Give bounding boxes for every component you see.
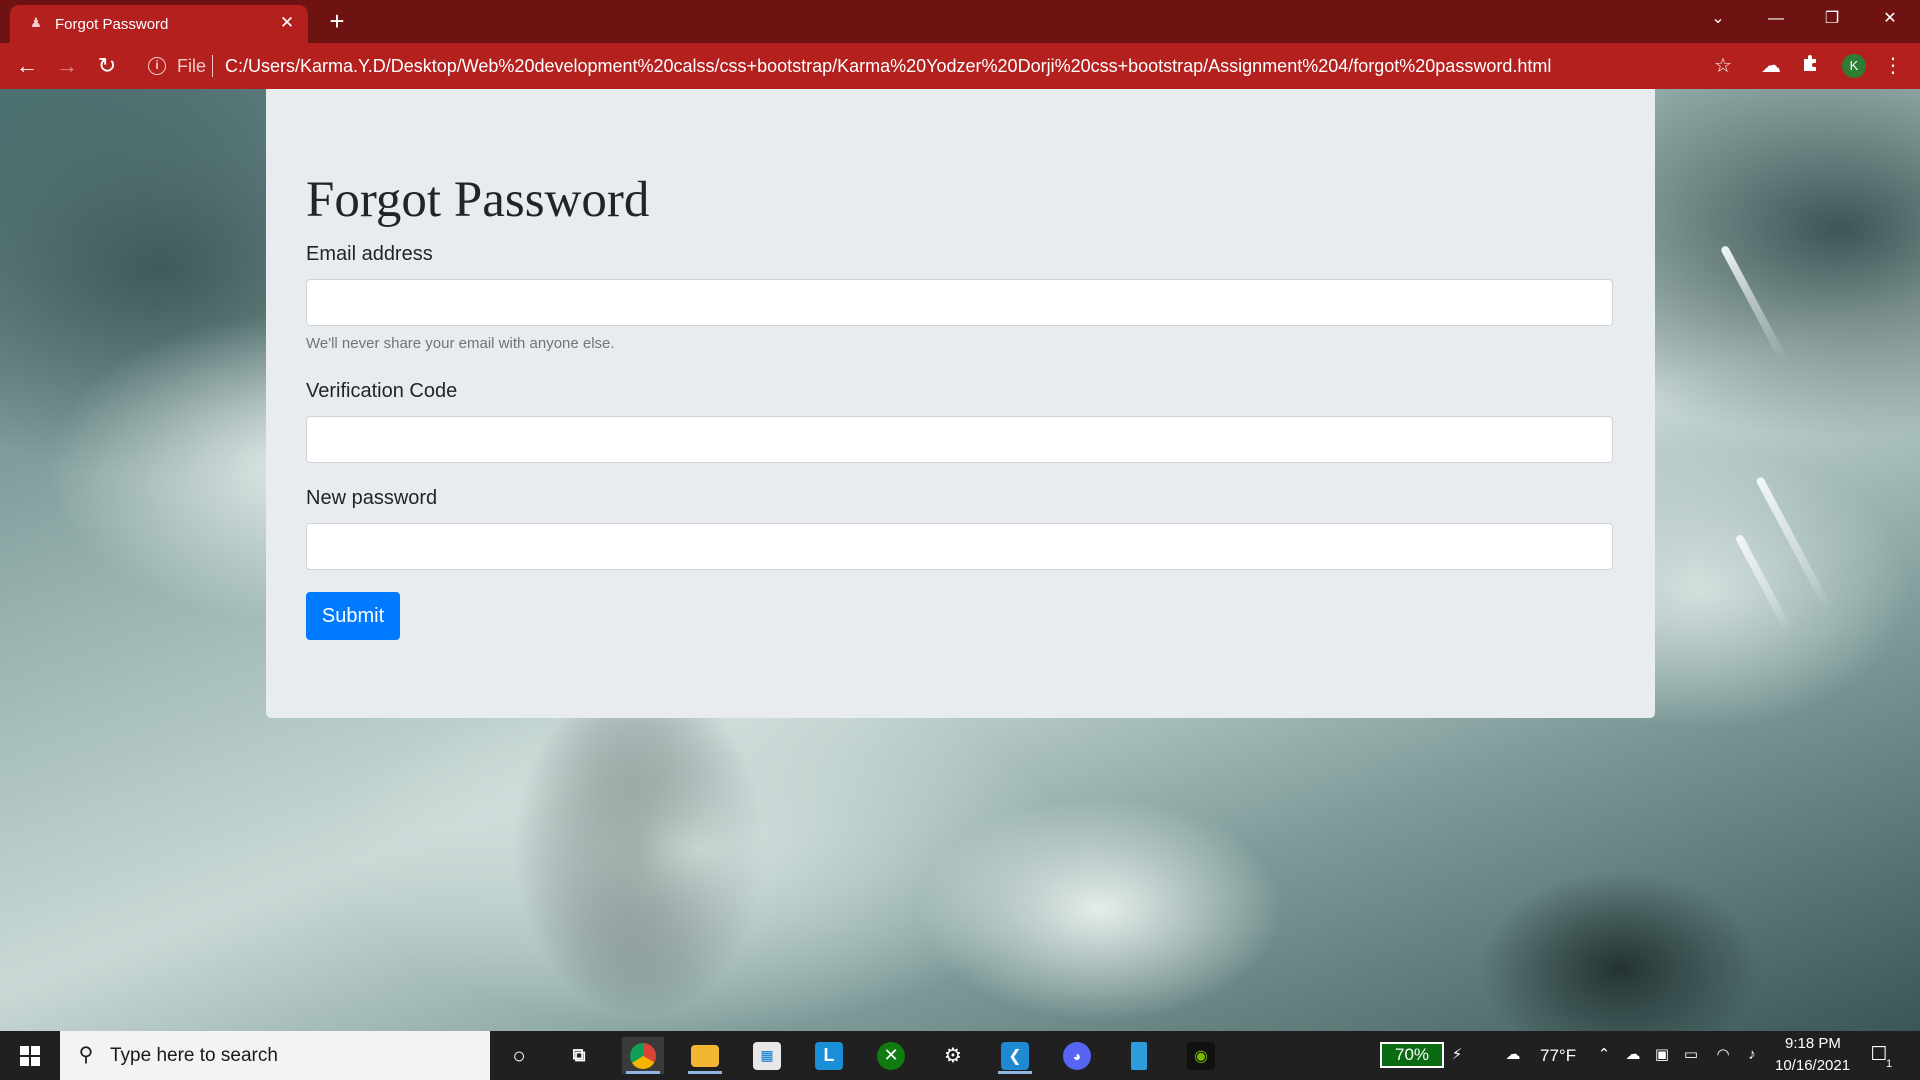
taskbar-app-phone[interactable] [1118,1037,1160,1074]
address-bar[interactable]: C:/Users/Karma.Y.D/Desktop/Web%20develop… [225,56,1551,77]
phone-icon [1131,1041,1147,1070]
bookmark-star-button[interactable]: ☆ [1710,53,1736,79]
cortana-circle-icon: ○ [512,1042,526,1068]
background-streak [1719,244,1789,364]
page-viewport: Forgot Password Email address We'll neve… [0,89,1920,1031]
restore-button[interactable]: ❐ [1804,0,1860,38]
puzzle-icon [1804,55,1816,71]
folder-icon [691,1044,719,1067]
info-icon[interactable]: i [148,57,166,75]
forward-button[interactable]: → [52,51,82,81]
extensions-button[interactable] [1798,53,1824,79]
browser-toolbar: ← → ↻ i File C:/Users/Karma.Y.D/Desktop/… [0,43,1920,89]
new-password-label: New password [306,487,438,509]
page-title: Forgot Password [306,172,650,228]
tab-search-button[interactable]: ⌄ [1690,0,1746,38]
background-streak [1734,533,1794,635]
email-help-text: We'll never share your email with anyone… [306,335,615,352]
chevron-up-icon[interactable]: ⌃ [1593,1044,1615,1066]
taskbar-app-xbox[interactable]: ✕ [870,1037,912,1074]
task-view-icon: ⧉ [572,1045,586,1065]
onedrive-icon[interactable]: ☁ [1622,1044,1644,1066]
close-tab-icon[interactable]: ✕ [276,12,298,34]
email-label: Email address [306,243,433,265]
battery-plug-icon: ⚡ [1451,1046,1463,1063]
taskbar-app-vscode[interactable]: ❮ [994,1037,1036,1074]
taskbar-app-discord[interactable]: ◕ [1056,1037,1098,1074]
clock-time[interactable]: 9:18 PM [1785,1035,1841,1052]
active-app-indicator [688,1071,722,1074]
restore-icon: ❐ [1824,10,1840,27]
kebab-menu-icon: ⋮ [1883,55,1903,77]
tab-title: Forgot Password [55,16,169,33]
person-icon: ♟ [30,15,42,30]
minimize-icon: — [1768,10,1784,27]
chevron-down-icon: ⌄ [1711,10,1725,27]
profile-avatar[interactable]: K [1842,54,1866,78]
store-bag-icon: ▦ [753,1041,781,1070]
xbox-icon: ✕ [877,1041,905,1070]
notification-count: 1 [1886,1058,1893,1070]
email-field[interactable] [306,279,1613,326]
steam-icon: ⚙ [944,1045,962,1067]
windows-taskbar: ⚲ Type here to search ○ ⧉ ▦ L ✕ ⚙ ❮ ◕ ◉ … [0,1031,1920,1080]
taskbar-app-launcher[interactable]: L [808,1037,850,1074]
taskbar-search-box[interactable]: ⚲ Type here to search [60,1031,490,1080]
reload-icon: ↻ [97,53,117,78]
launcher-l-icon: L [815,1041,843,1070]
cortana-button[interactable]: ○ [498,1037,540,1074]
nvidia-icon: ◉ [1187,1041,1215,1070]
task-view-button[interactable]: ⧉ [558,1037,600,1074]
battery-percent-indicator[interactable]: 70% [1380,1042,1444,1068]
file-scheme-label: File [177,56,207,76]
active-app-indicator [626,1071,660,1074]
browser-tab[interactable]: ♟ Forgot Password ✕ [10,5,308,43]
battery-icon[interactable]: ▭ [1680,1044,1702,1066]
taskbar-app-file-explorer[interactable] [684,1037,726,1074]
browser-menu-button[interactable]: ⋮ [1880,53,1906,79]
tab-strip: ♟ Forgot Password ✕ + ⌄ — ❐ ✕ [0,0,1920,43]
search-icon: ⚲ [78,1044,94,1066]
cloud-extension-icon: ☁ [1761,55,1781,77]
start-button[interactable] [0,1031,60,1080]
back-button[interactable]: ← [12,51,42,81]
minimize-button[interactable]: — [1748,0,1804,38]
taskbar-app-store[interactable]: ▦ [746,1037,788,1074]
windows-logo-icon [20,1046,40,1066]
temperature-text[interactable]: 77°F [1540,1046,1576,1066]
reload-button[interactable]: ↻ [92,51,122,81]
camera-icon[interactable]: ▣ [1651,1044,1673,1066]
forgot-password-card: Forgot Password Email address We'll neve… [266,89,1655,718]
submit-button[interactable]: Submit [306,592,400,640]
taskbar-app-nvidia[interactable]: ◉ [1180,1037,1222,1074]
arrow-left-icon: ← [16,53,38,78]
close-window-button[interactable]: ✕ [1862,0,1918,38]
weather-cloud-icon[interactable]: ☁ [1502,1044,1524,1066]
vscode-icon: ❮ [1001,1041,1029,1070]
close-icon: ✕ [1883,10,1897,27]
search-placeholder: Type here to search [110,1045,278,1066]
cloud-extension-button[interactable]: ☁ [1758,53,1784,79]
volume-icon[interactable]: ♪ [1741,1044,1763,1066]
active-app-indicator [998,1071,1032,1074]
wifi-icon[interactable]: ◠ [1712,1044,1734,1066]
taskbar-app-chrome[interactable] [622,1037,664,1074]
star-icon: ☆ [1714,55,1732,77]
new-password-field[interactable] [306,523,1613,570]
new-tab-button[interactable]: + [322,6,352,36]
taskbar-app-steam[interactable]: ⚙ [932,1037,974,1074]
url-separator [212,55,213,77]
clock-date[interactable]: 10/16/2021 [1775,1057,1850,1074]
arrow-right-icon: → [56,53,78,78]
verification-code-label: Verification Code [306,380,458,402]
chrome-icon [630,1042,656,1069]
verification-code-field[interactable] [306,416,1613,463]
discord-icon: ◕ [1063,1041,1091,1070]
